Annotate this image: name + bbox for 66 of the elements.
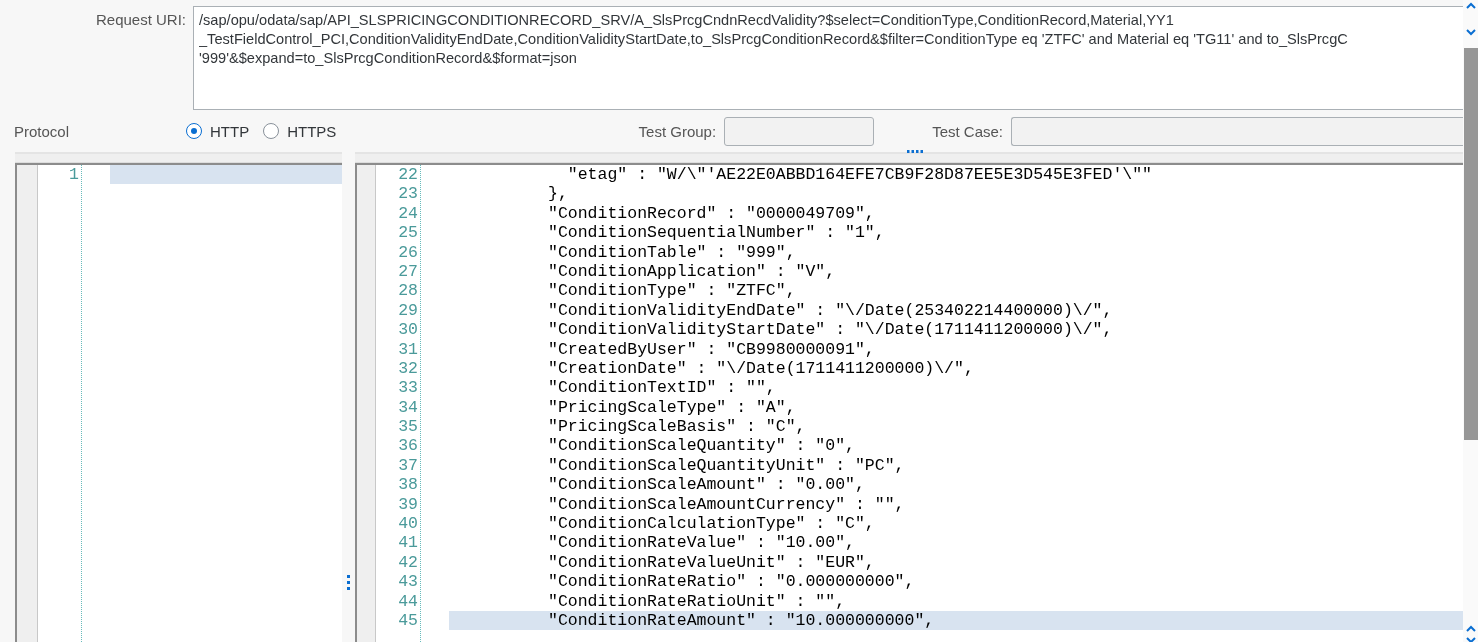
test-case-field[interactable] — [1011, 116, 1463, 146]
code-line: "ConditionRateValue" : "10.00", — [547, 533, 856, 553]
code-line: "ConditionTable" : "999", — [547, 242, 797, 262]
line-number: 40 — [397, 514, 418, 534]
code-line: "PricingScaleType" : "A", — [547, 397, 797, 418]
line-number: 37 — [397, 455, 418, 476]
line-number: 35 — [397, 417, 418, 437]
scroll-up-icon[interactable] — [1465, 625, 1476, 632]
line-number: 32 — [397, 358, 418, 379]
line-number: 42 — [397, 552, 418, 573]
line-number: 34 — [397, 397, 418, 418]
code-line: "ConditionApplication" : "V", — [547, 261, 837, 282]
line-number: 26 — [397, 242, 418, 262]
line-number: 36 — [397, 436, 418, 456]
line-number: 22 — [397, 165, 418, 185]
scroll-down-icon[interactable] — [1465, 29, 1476, 36]
splitter-handle-icon[interactable] — [907, 150, 923, 154]
line-number: 43 — [397, 572, 418, 592]
line-number: 27 — [397, 261, 418, 282]
radio-option[interactable]: HTTPS — [263, 122, 337, 140]
code-line: "ConditionValidityStartDate" : "\/Date(1711411200000)\/", — [547, 320, 1114, 340]
line-number: 39 — [397, 494, 418, 515]
code-line: "ConditionTextID" : "", — [547, 378, 777, 398]
radio-icon[interactable] — [186, 123, 202, 139]
radio-option[interactable]: HTTP — [186, 122, 250, 140]
line-number: 33 — [397, 378, 418, 398]
line-number: 25 — [397, 223, 418, 243]
code-line: "CreatedByUser" : "CB9980000091", — [547, 339, 876, 359]
code-line: "CreationDate" : "\/Date(1711411200000)\/", — [547, 358, 975, 379]
code-line: "ConditionType" : "ZTFC", — [547, 281, 797, 301]
test-group-label: Test Group: — [638, 122, 717, 140]
line-number: 23 — [397, 184, 418, 204]
code-line: "etag" : "W/\"'AE22E0ABBD164EFE7CB9F28D87EE5E3D545E3FED'\"" — [566, 165, 1153, 185]
code-line: "ConditionSequentialNumber" : "1", — [547, 223, 886, 243]
code-line: "ConditionScaleQuantity" : "0", — [547, 436, 856, 456]
request-uri-label: Request URI: — [94, 10, 187, 30]
protocol-label: Protocol — [13, 122, 71, 140]
scrollbar-thumb[interactable] — [1463, 48, 1478, 440]
code-line: "ConditionRateRatio" : "0.000000000", — [547, 572, 916, 592]
line-number: 44 — [397, 591, 418, 611]
code-line: "ConditionValidityEndDate" : "\/Date(253402214400000)\/", — [547, 300, 1114, 321]
request-uri-field[interactable]: /sap/opu/odata/sap/API_SLSPRICINGCONDITIONRECORD_SRV/A_SlsPrcgCndnRecdValidity?$select=ConditionType,ConditionRecord,Material,YY1 _TestFieldControl_PCI,ConditionValidityEndDate,ConditionValidityStartDate,to_SlsPrcgConditionRecord&$filter=ConditionType eq 'ZTFC' and Material eq 'TG11' and to_SlsPrcgC '999'&$expand=to_SlsPrcgConditionRecord&$format=json — [193, 6, 1463, 110]
radio-icon[interactable] — [263, 123, 280, 139]
line-number: 24 — [397, 203, 418, 224]
code-line: "ConditionRecord" : "0000049709", — [547, 203, 876, 224]
code-line: "ConditionScaleAmount" : "0.00", — [547, 475, 866, 495]
test-case-label: Test Case: — [932, 122, 1003, 140]
code-line: "ConditionRateRatioUnit" : "", — [547, 591, 847, 611]
code-line: "ConditionScaleQuantityUnit" : "PC", — [547, 455, 906, 476]
test-group-field[interactable] — [724, 116, 875, 146]
line-number: 1 — [68, 165, 79, 185]
splitter-handle-icon[interactable] — [347, 574, 350, 590]
line-number: 38 — [397, 475, 418, 495]
code-line: "ConditionCalculationType" : "C", — [547, 514, 876, 534]
line-number: 31 — [397, 339, 418, 359]
code-line: "PricingScaleBasis" : "C", — [547, 417, 807, 437]
code-line: "ConditionScaleAmountCurrency" : "", — [547, 494, 906, 515]
line-number: 45 — [397, 611, 418, 631]
line-number: 41 — [397, 533, 418, 553]
line-number: 29 — [397, 300, 418, 321]
scroll-down-icon[interactable] — [1465, 637, 1476, 642]
line-number: 30 — [397, 320, 418, 340]
scroll-up-icon[interactable] — [1465, 2, 1476, 9]
code-line: }, — [547, 184, 569, 204]
code-line: "ConditionRateValueUnit" : "EUR", — [547, 552, 876, 573]
line-number: 28 — [397, 281, 418, 301]
